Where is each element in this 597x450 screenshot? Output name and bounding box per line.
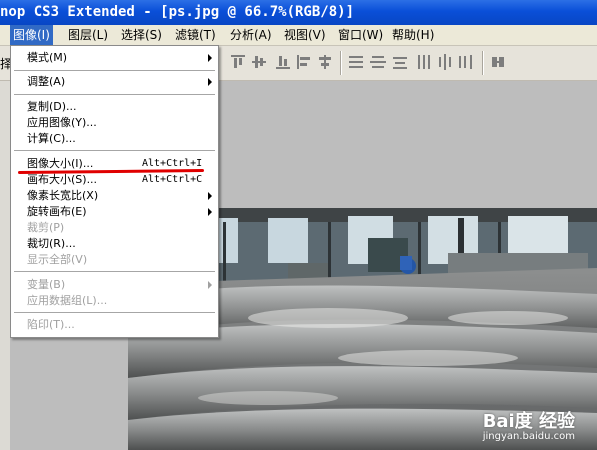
menu-item-calculations[interactable]: 计算(C)... bbox=[11, 131, 218, 147]
menu-item-apply-data-set[interactable]: 应用数据组(L)... bbox=[11, 293, 218, 309]
menu-item-label: 复制(D)... bbox=[27, 100, 77, 113]
menu-separator bbox=[14, 150, 215, 151]
menu-item-label: 计算(C)... bbox=[27, 132, 76, 145]
toolbar-separator bbox=[482, 51, 484, 75]
align-hcenter-icon[interactable] bbox=[317, 54, 333, 70]
menu-view[interactable]: 视图(V) bbox=[281, 25, 329, 45]
menu-item-label: 显示全部(V) bbox=[27, 253, 88, 266]
menu-item-canvas-size[interactable]: 画布大小(S)... Alt+Ctrl+C bbox=[11, 172, 218, 188]
submenu-arrow-icon bbox=[208, 78, 212, 86]
menu-bar: 图像(I) 图层(L) 选择(S) 滤镜(T) 分析(A) 视图(V) 窗口(W… bbox=[0, 25, 597, 46]
align-left-icon[interactable] bbox=[296, 54, 312, 70]
distribute-right-icon[interactable] bbox=[458, 54, 474, 70]
menu-window[interactable]: 窗口(W) bbox=[335, 25, 386, 45]
menu-item-rotate-canvas[interactable]: 旋转画布(E) bbox=[11, 204, 218, 220]
auto-align-icon[interactable] bbox=[490, 54, 506, 70]
tools-panel-edge bbox=[0, 81, 10, 450]
menu-item-label: 应用数据组(L)... bbox=[27, 294, 108, 307]
image-menu-dropdown: 模式(M) 调整(A) 复制(D)... 应用图像(Y)... 计算(C)...… bbox=[10, 45, 219, 338]
menu-item-reveal-all[interactable]: 显示全部(V) bbox=[11, 252, 218, 268]
menu-layer[interactable]: 图层(L) bbox=[65, 25, 111, 45]
menu-item-trap[interactable]: 陷印(T)... bbox=[11, 317, 218, 333]
title-bar: nop CS3 Extended - [ps.jpg @ 66.7%(RGB/8… bbox=[0, 0, 597, 25]
align-bottom-icon[interactable] bbox=[275, 54, 291, 70]
menu-item-label: 画布大小(S)... bbox=[27, 173, 98, 186]
menu-item-label: 陷印(T)... bbox=[27, 318, 75, 331]
menu-separator bbox=[14, 271, 215, 272]
watermark-brand: Bai度 经验 bbox=[482, 411, 575, 432]
submenu-arrow-icon bbox=[208, 281, 212, 289]
watermark-url: jingyan.baidu.com bbox=[482, 431, 575, 442]
submenu-arrow-icon bbox=[208, 192, 212, 200]
menu-select[interactable]: 选择(S) bbox=[118, 25, 165, 45]
menu-item-trim[interactable]: 裁切(R)... bbox=[11, 236, 218, 252]
distribute-left-icon[interactable] bbox=[416, 54, 432, 70]
baidu-watermark: Bai度 经验 jingyan.baidu.com bbox=[483, 407, 575, 442]
distribute-hcenter-icon[interactable] bbox=[437, 54, 453, 70]
menu-item-mode[interactable]: 模式(M) bbox=[11, 50, 218, 66]
menu-separator bbox=[14, 312, 215, 313]
menu-image[interactable]: 图像(I) bbox=[10, 25, 53, 45]
distribute-bottom-icon[interactable] bbox=[392, 54, 408, 70]
menu-item-label: 裁剪(P) bbox=[27, 221, 65, 234]
window-title: nop CS3 Extended - [ps.jpg @ 66.7%(RGB/8… bbox=[0, 4, 355, 20]
menu-help[interactable]: 帮助(H) bbox=[389, 25, 437, 45]
menu-item-variables[interactable]: 变量(B) bbox=[11, 277, 218, 293]
menu-item-adjust[interactable]: 调整(A) bbox=[11, 74, 218, 90]
menu-item-label: 旋转画布(E) bbox=[27, 205, 87, 218]
menu-separator bbox=[14, 94, 215, 95]
menu-item-shortcut: Alt+Ctrl+C bbox=[142, 174, 203, 185]
menu-item-duplicate[interactable]: 复制(D)... bbox=[11, 99, 218, 115]
align-top-icon[interactable] bbox=[230, 54, 246, 70]
menu-item-label: 应用图像(Y)... bbox=[27, 116, 97, 129]
distribute-top-icon[interactable] bbox=[348, 54, 364, 70]
menu-separator bbox=[14, 70, 215, 71]
menu-item-label: 裁切(R)... bbox=[27, 237, 76, 250]
menu-item-apply-image[interactable]: 应用图像(Y)... bbox=[11, 115, 218, 131]
submenu-arrow-icon bbox=[208, 208, 212, 216]
align-vcenter-icon[interactable] bbox=[251, 54, 267, 70]
menu-item-crop[interactable]: 裁剪(P) bbox=[11, 220, 218, 236]
menu-item-label: 调整(A) bbox=[27, 75, 66, 88]
submenu-arrow-icon bbox=[208, 54, 212, 62]
menu-item-label: 模式(M) bbox=[27, 51, 68, 64]
menu-item-label: 变量(B) bbox=[27, 278, 66, 291]
menu-item-pixel-aspect-ratio[interactable]: 像素长宽比(X) bbox=[11, 188, 218, 204]
menu-item-label: 像素长宽比(X) bbox=[27, 189, 99, 202]
distribute-vcenter-icon[interactable] bbox=[370, 54, 386, 70]
toolbar-separator bbox=[340, 51, 342, 75]
menu-filter[interactable]: 滤镜(T) bbox=[172, 25, 219, 45]
menu-analysis[interactable]: 分析(A) bbox=[227, 25, 275, 45]
